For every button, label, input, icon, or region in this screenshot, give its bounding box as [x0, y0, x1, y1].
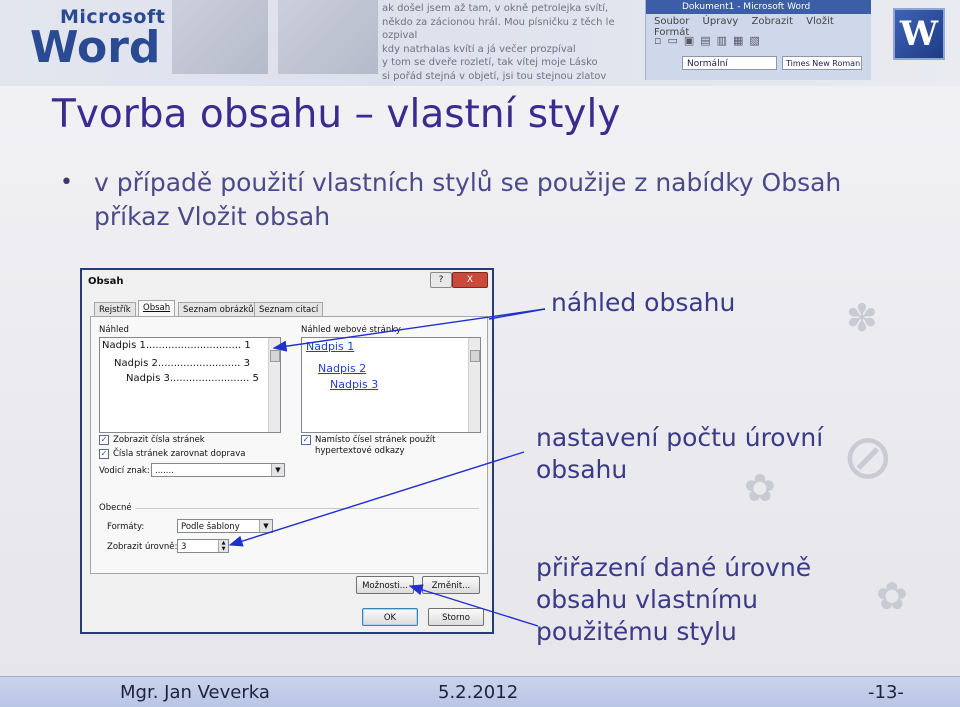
banner-photo-2: [278, 0, 378, 74]
arrow-preview-web: [488, 308, 546, 320]
levels-label: Zobrazit úrovně:: [107, 542, 178, 552]
annotation-assign: přiřazení dané úrovně obsahu vlastnímu p…: [536, 553, 812, 646]
tab-panel: Náhled Nadpis 1.........................…: [90, 316, 488, 574]
scroll-thumb[interactable]: [270, 350, 280, 362]
hyperlinks-checkbox[interactable]: ✓: [301, 435, 311, 445]
web-link-heading-3[interactable]: Nadpis 3: [330, 378, 378, 391]
options-button[interactable]: Možnosti...: [356, 576, 414, 594]
show-page-numbers-label: Zobrazit čísla stránek: [113, 435, 205, 445]
tab-index[interactable]: Rejstřík: [94, 302, 136, 317]
help-button[interactable]: ?: [430, 272, 452, 288]
dropdown-arrow-icon: ▼: [259, 520, 272, 532]
leader-value: .......: [155, 466, 174, 476]
hyperlinks-label: Namísto čísel stránek použít hypertextov…: [315, 435, 436, 456]
word-window-thumbnail: Dokument1 - Microsoft Word Soubor Úpravy…: [645, 0, 871, 80]
banner-photo-1: [172, 0, 268, 74]
tab-citations[interactable]: Seznam citací: [254, 302, 324, 317]
logo-word: Word: [30, 22, 161, 73]
formats-label: Formáty:: [107, 522, 145, 532]
footer-date: 5.2.2012: [438, 682, 519, 703]
font-box: Times New Roman: [782, 56, 862, 70]
web-preview-box[interactable]: Nadpis 1 Nadpis 2 Nadpis 3: [301, 337, 481, 433]
flower-decoration-icon: ✿: [876, 574, 908, 618]
general-group-label: Obecné: [99, 503, 132, 513]
web-link-heading-1[interactable]: Nadpis 1: [306, 340, 354, 353]
spinner-arrows-icon[interactable]: ▲ ▼: [218, 540, 228, 552]
dialog-title: Obsah: [88, 276, 124, 287]
toolbar-icons: ▫▭▣▤▥▦▧: [654, 34, 766, 47]
bullet-icon: •: [60, 170, 73, 195]
cancel-button[interactable]: Storno: [428, 608, 484, 626]
header-banner: Microsoft Word ak došel jsem až tam, v o…: [0, 0, 960, 86]
preview-heading-1: Nadpis 1.............................. 1: [102, 340, 251, 351]
toc-dialog: Obsah ? X Rejstřík Obsah Seznam obrázků …: [80, 268, 494, 634]
scrollbar[interactable]: [268, 338, 280, 432]
scroll-thumb[interactable]: [470, 350, 480, 362]
annotation-preview: náhled obsahu: [551, 288, 736, 317]
align-right-checkbox[interactable]: ✓: [99, 449, 109, 459]
ok-button[interactable]: OK: [362, 608, 418, 626]
style-box: Normální: [682, 56, 777, 70]
levels-value: 3: [181, 542, 187, 552]
word-window-title: Dokument1 - Microsoft Word: [646, 0, 871, 14]
levels-spinner[interactable]: 3 ▲ ▼: [177, 539, 229, 553]
preview-heading-3: Nadpis 3......................... 5: [126, 373, 259, 384]
dropdown-arrow-icon: ▼: [271, 464, 284, 476]
flower-decoration-icon: ✽: [846, 296, 878, 340]
group-divider: [135, 508, 479, 509]
annotation-levels: nastavení počtu úrovní obsahu: [536, 423, 824, 484]
show-page-numbers-checkbox[interactable]: ✓: [99, 435, 109, 445]
preview-heading-2: Nadpis 2.......................... 3: [114, 358, 251, 369]
leader-label: Vodicí znak:: [99, 466, 150, 476]
footer-page-number: -13-: [868, 682, 904, 703]
align-right-label: Čísla stránek zarovnat doprava: [113, 449, 246, 459]
scrollbar[interactable]: [468, 338, 480, 432]
tab-figures[interactable]: Seznam obrázků: [178, 302, 259, 317]
leader-select[interactable]: ....... ▼: [151, 463, 285, 477]
web-link-heading-2[interactable]: Nadpis 2: [318, 362, 366, 375]
tab-toc[interactable]: Obsah: [138, 300, 176, 317]
close-button[interactable]: X: [452, 272, 488, 288]
word-app-icon: W: [893, 8, 945, 60]
modify-button[interactable]: Změnit...: [422, 576, 480, 594]
formats-value: Podle šablony: [181, 522, 240, 532]
banner-poem: ak došel jsem až tam, v okně petrolejka …: [382, 3, 615, 82]
bullet-text: v případě použití vlastních stylů se pou…: [94, 168, 842, 231]
slide-title: Tvorba obsahu – vlastní styly: [52, 92, 621, 137]
formats-select[interactable]: Podle šablony ▼: [177, 519, 273, 533]
web-preview-label: Náhled webové stránky: [301, 325, 401, 335]
print-preview-box[interactable]: Nadpis 1.............................. 1…: [99, 337, 281, 433]
footer-author: Mgr. Jan Veverka: [120, 682, 270, 703]
slide: Microsoft Word ak došel jsem až tam, v o…: [0, 0, 960, 707]
print-preview-label: Náhled: [99, 325, 129, 335]
